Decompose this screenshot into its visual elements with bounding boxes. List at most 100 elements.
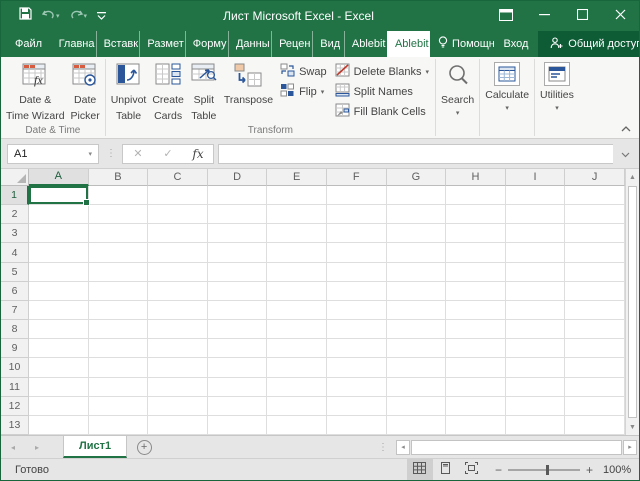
cell-F8[interactable] [327, 320, 387, 339]
cell-I12[interactable] [506, 397, 566, 416]
collapse-ribbon-button[interactable] [621, 123, 631, 135]
flip-button[interactable]: Flip ▾ [280, 83, 327, 100]
cell-J1[interactable] [565, 186, 625, 205]
swap-button[interactable]: Swap [280, 63, 327, 80]
cell-J3[interactable] [565, 224, 625, 243]
redo-button[interactable]: ▾ [66, 5, 92, 27]
next-sheet-arrow[interactable]: ▸ [25, 436, 49, 458]
cell-I6[interactable] [506, 282, 566, 301]
undo-dropdown-arrow[interactable]: ▾ [56, 12, 60, 20]
cell-G8[interactable] [387, 320, 447, 339]
cell-I3[interactable] [506, 224, 566, 243]
cell-F12[interactable] [327, 397, 387, 416]
column-header-C[interactable]: C [148, 169, 208, 186]
select-all-button[interactable] [1, 169, 29, 186]
cell-J12[interactable] [565, 397, 625, 416]
cell-E12[interactable] [267, 397, 327, 416]
tab-ablebits-tools-active[interactable]: Ablebit [387, 31, 430, 57]
zoom-slider-thumb[interactable] [546, 465, 549, 475]
cell-E6[interactable] [267, 282, 327, 301]
row-header-4[interactable]: 4 [1, 243, 29, 262]
cell-B6[interactable] [89, 282, 149, 301]
cell-A6[interactable] [29, 282, 89, 301]
zoom-out-button[interactable]: − [495, 463, 502, 477]
tab-page-layout[interactable]: Размет [139, 31, 184, 57]
cell-C4[interactable] [148, 243, 208, 262]
cell-D11[interactable] [208, 378, 268, 397]
ribbon-display-options-button[interactable] [487, 1, 525, 31]
cell-E13[interactable] [267, 416, 327, 435]
cell-A4[interactable] [29, 243, 89, 262]
row-header-8[interactable]: 8 [1, 320, 29, 339]
cell-D7[interactable] [208, 301, 268, 320]
cell-C1[interactable] [148, 186, 208, 205]
search-button[interactable]: Search ▾ [438, 59, 477, 117]
cell-F13[interactable] [327, 416, 387, 435]
utilities-button[interactable]: Utilities ▾ [537, 59, 577, 112]
row-header-10[interactable]: 10 [1, 358, 29, 377]
cell-G3[interactable] [387, 224, 447, 243]
cell-A12[interactable] [29, 397, 89, 416]
cell-F3[interactable] [327, 224, 387, 243]
split-names-button[interactable]: Split Names [335, 83, 429, 100]
row-header-5[interactable]: 5 [1, 263, 29, 282]
cell-E5[interactable] [267, 263, 327, 282]
new-sheet-button[interactable]: + [127, 436, 161, 458]
column-header-D[interactable]: D [208, 169, 268, 186]
cell-C12[interactable] [148, 397, 208, 416]
cell-I2[interactable] [506, 205, 566, 224]
cell-F9[interactable] [327, 339, 387, 358]
cell-B11[interactable] [89, 378, 149, 397]
transpose-button[interactable]: Transpose [221, 59, 276, 107]
tab-data[interactable]: Данны [228, 31, 271, 57]
save-button[interactable] [15, 5, 36, 27]
cell-F7[interactable] [327, 301, 387, 320]
cell-A5[interactable] [29, 263, 89, 282]
cell-F10[interactable] [327, 358, 387, 377]
cell-B7[interactable] [89, 301, 149, 320]
scroll-right-arrow[interactable]: ▸ [623, 440, 637, 455]
cell-F4[interactable] [327, 243, 387, 262]
cell-A3[interactable] [29, 224, 89, 243]
cell-C6[interactable] [148, 282, 208, 301]
tab-insert[interactable]: Вставк [96, 31, 140, 57]
customize-qat-button[interactable] [93, 5, 110, 27]
cell-E4[interactable] [267, 243, 327, 262]
insert-function-button[interactable]: fx [183, 147, 213, 161]
previous-sheet-arrow[interactable]: ◂ [1, 436, 25, 458]
sheet-bar-resize-handle[interactable]: ⋮ [372, 436, 394, 458]
cell-B5[interactable] [89, 263, 149, 282]
cell-H3[interactable] [446, 224, 506, 243]
cell-D5[interactable] [208, 263, 268, 282]
row-header-12[interactable]: 12 [1, 397, 29, 416]
cell-J13[interactable] [565, 416, 625, 435]
cell-J4[interactable] [565, 243, 625, 262]
cell-E11[interactable] [267, 378, 327, 397]
cell-I8[interactable] [506, 320, 566, 339]
zoom-slider-track[interactable] [508, 469, 580, 471]
cell-D10[interactable] [208, 358, 268, 377]
cell-A9[interactable] [29, 339, 89, 358]
cell-A10[interactable] [29, 358, 89, 377]
cell-G4[interactable] [387, 243, 447, 262]
cell-D13[interactable] [208, 416, 268, 435]
cell-D9[interactable] [208, 339, 268, 358]
vertical-scrollbar[interactable]: ▲ ▼ [625, 169, 639, 435]
column-header-B[interactable]: B [89, 169, 149, 186]
cell-B12[interactable] [89, 397, 149, 416]
share-button[interactable]: Общий доступ [538, 31, 639, 57]
cell-H10[interactable] [446, 358, 506, 377]
cell-J7[interactable] [565, 301, 625, 320]
cell-H11[interactable] [446, 378, 506, 397]
column-header-H[interactable]: H [446, 169, 506, 186]
cell-I10[interactable] [506, 358, 566, 377]
cell-C5[interactable] [148, 263, 208, 282]
zoom-level-label[interactable]: 100% [603, 464, 639, 476]
formula-bar-resize-handle[interactable]: ⋮ [103, 148, 118, 159]
tab-formulas[interactable]: Форму [185, 31, 228, 57]
cell-D1[interactable] [208, 186, 268, 205]
cell-H6[interactable] [446, 282, 506, 301]
cell-E1[interactable] [267, 186, 327, 205]
cell-G11[interactable] [387, 378, 447, 397]
sheet-tab-list1[interactable]: Лист1 [63, 436, 127, 458]
